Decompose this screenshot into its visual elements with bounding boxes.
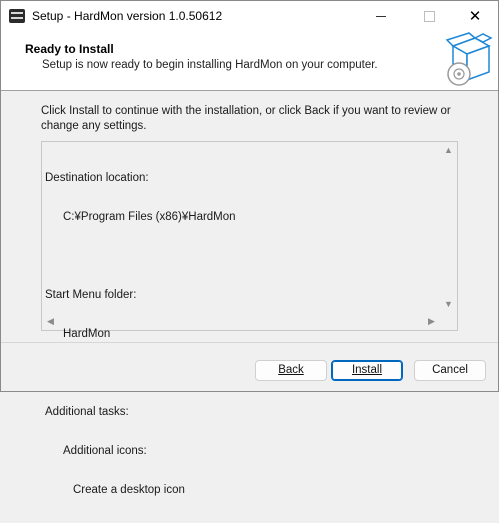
destination-value: C:¥Program Files (x86)¥HardMon xyxy=(63,211,236,223)
setup-window: Setup - HardMon version 1.0.50612 ✕ Read… xyxy=(0,0,499,496)
back-button[interactable]: Back xyxy=(255,360,327,381)
window-title: Setup - HardMon version 1.0.50612 xyxy=(32,9,223,23)
minimize-icon[interactable] xyxy=(358,1,404,32)
close-icon[interactable]: ✕ xyxy=(452,1,498,32)
page-subtitle: Setup is now ready to begin installing H… xyxy=(42,59,378,71)
scroll-left-icon[interactable]: ◀ xyxy=(47,317,54,326)
intro-text: Click Install to continue with the insta… xyxy=(41,105,451,132)
start-menu-label: Start Menu folder: xyxy=(45,289,137,301)
app-icon xyxy=(9,9,25,23)
back-button-label: Back xyxy=(278,364,304,376)
maximize-icon xyxy=(406,1,452,32)
scroll-right-icon[interactable]: ▶ xyxy=(428,317,435,326)
box-disc-icon xyxy=(445,32,493,86)
ready-memo[interactable]: Destination location: C:¥Program Files (… xyxy=(41,141,458,496)
title-bar[interactable]: Setup - HardMon version 1.0.50612 ✕ xyxy=(1,1,498,32)
scroll-down-icon[interactable]: ▼ xyxy=(444,300,453,309)
scroll-up-icon[interactable]: ▲ xyxy=(444,146,453,155)
page-title: Ready to Install xyxy=(25,42,114,56)
tasks-label: Additional tasks: xyxy=(45,406,129,418)
header-divider xyxy=(1,90,498,91)
tasks-item: Create a desktop icon xyxy=(73,484,185,496)
install-button[interactable]: Install xyxy=(331,360,403,381)
memo-content: Destination location: C:¥Program Files (… xyxy=(45,146,236,523)
destination-label: Destination location: xyxy=(45,172,149,184)
horizontal-scrollbar[interactable]: ◀ ▶ xyxy=(42,314,442,330)
tasks-group: Additional icons: xyxy=(63,445,147,457)
wizard-header: Ready to Install Setup is now ready to b… xyxy=(1,32,498,90)
install-button-label: Install xyxy=(351,364,383,376)
footer-divider xyxy=(1,342,498,343)
cancel-button[interactable]: Cancel xyxy=(414,360,486,381)
vertical-scrollbar[interactable]: ▲ ▼ xyxy=(441,142,457,316)
